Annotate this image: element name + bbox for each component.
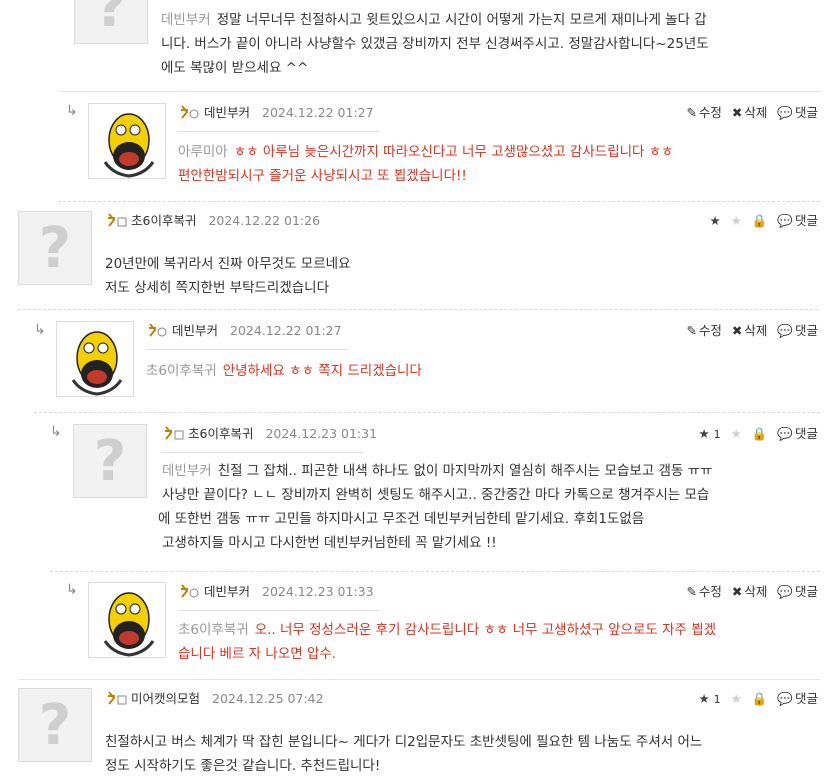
comment-text: 데빈부커 정말 너무너무 친절하시고 윗트있으시고 시간이 어떻게 가는지 모르게… [161, 12, 709, 76]
avatar: ? [18, 688, 92, 762]
comment-meta: 초6이후복귀 2024.12.23 01:31 [162, 423, 377, 445]
comment-text: 친절하시고 버스 체계가 딱 잡힌 분입니다~ 게다가 디2입문자도 초반셋팅에… [105, 734, 703, 774]
star-icon[interactable]: ★ 1 [698, 426, 720, 441]
author-name[interactable]: 미어캣의모험 [131, 691, 200, 706]
reply-button[interactable]: 💬 댓글 [777, 105, 818, 120]
comment-text: 데빈부커 친절 그 잡채.. 피곤한 내색 하나도 없이 마지막까지 열심히 해주… [158, 463, 713, 551]
reply-arrow-icon: ↳ [34, 322, 46, 338]
comment-text: 아루미아 ㅎㅎ 아루님 늦은시간까지 따라오신다고 너무 고생많으셨고 감사드립니… [178, 144, 674, 184]
comment-meta: 데빈부커 2024.12.22 01:27 [178, 102, 374, 124]
author-name[interactable]: 초6이후복귀 [188, 426, 253, 441]
comment-date: 2024.12.25 07:42 [212, 691, 324, 706]
reply-button[interactable]: 💬 댓글 [777, 584, 818, 599]
avatar: ? [73, 424, 147, 498]
star-count: 1 [713, 428, 721, 441]
level-badge-icon [105, 212, 129, 228]
author-name[interactable]: 데빈부커 [172, 323, 218, 338]
reply-arrow-icon: ↳ [66, 582, 78, 598]
star-icon[interactable]: ★ [731, 426, 742, 441]
author-name[interactable]: 데빈부커 [204, 584, 250, 599]
comment-actions: ✎ 수정 ✖ 삭제 💬 댓글 [680, 102, 818, 124]
author-name[interactable]: 초6이후복귀 [131, 213, 196, 228]
comment-meta: 데빈부커 2024.12.22 01:27 [146, 320, 342, 342]
reply-button[interactable]: 💬 댓글 [777, 323, 818, 338]
comment-date: 2024.12.23 01:33 [262, 584, 374, 599]
avatar [88, 103, 166, 179]
level-badge-icon [105, 690, 129, 706]
reply-ref: 초6이후복귀 [178, 622, 249, 638]
comment-date: 2024.12.22 01:26 [208, 213, 321, 228]
author-name[interactable]: 데빈부커 [204, 105, 250, 120]
delete-button[interactable]: ✖ 삭제 [732, 323, 768, 338]
lock-icon: 🔒 [751, 426, 768, 441]
reply-button[interactable]: 💬 댓글 [777, 213, 818, 228]
star-icon[interactable]: ★ [709, 213, 720, 228]
comment-actions: ★ 1 ★ 🔒 💬 댓글 [692, 688, 818, 710]
comment-date: 2024.12.22 01:27 [262, 105, 374, 120]
avatar [56, 321, 134, 397]
avatar: ? [18, 211, 92, 285]
comment-text: 초6이후복귀 오.. 너무 정성스러운 후기 감사드립니다 ㅎㅎ 너무 고생하셨구… [178, 622, 717, 662]
comment-actions: ★ 1 ★ 🔒 💬 댓글 [692, 423, 818, 445]
comment-actions: ★ ★ 🔒 💬 댓글 [703, 210, 818, 232]
reply-ref: 데빈부커 [162, 463, 212, 479]
avatar [88, 582, 166, 658]
reply-arrow-icon: ↳ [50, 424, 62, 440]
level-badge-icon [162, 425, 186, 441]
reply-ref: 초6이후복귀 [146, 363, 217, 379]
star-icon[interactable]: ★ [731, 691, 742, 706]
level-badge-icon [146, 322, 170, 338]
edit-button[interactable]: ✎ 수정 [686, 105, 722, 120]
level-badge-icon [178, 104, 202, 120]
reply-button[interactable]: 💬 댓글 [777, 426, 818, 441]
comment-actions: ✎ 수정 ✖ 삭제 💬 댓글 [680, 581, 818, 603]
delete-button[interactable]: ✖ 삭제 [732, 584, 768, 599]
comment-actions: ✎ 수정 ✖ 삭제 💬 댓글 [680, 320, 818, 342]
comment-meta: 초6이후복귀 2024.12.22 01:26 [105, 210, 320, 232]
star-icon[interactable]: ★ [731, 213, 742, 228]
star-icon[interactable]: ★ 1 [698, 691, 720, 706]
comment-text: 초6이후복귀 안녕하세요 ㅎㅎ 쪽지 드리겠습니다 [146, 363, 422, 379]
edit-button[interactable]: ✎ 수정 [686, 584, 722, 599]
comment-meta: 데빈부커 2024.12.23 01:33 [178, 581, 374, 603]
avatar: ? [74, 0, 148, 44]
lock-icon: 🔒 [751, 213, 768, 228]
delete-button[interactable]: ✖ 삭제 [732, 105, 768, 120]
comment-text: 20년만에 복귀라서 진짜 아무것도 모르네요 저도 상세히 쪽지한번 부탁드리… [105, 256, 351, 296]
reply-button[interactable]: 💬 댓글 [777, 691, 818, 706]
reply-arrow-icon: ↳ [66, 103, 78, 119]
comment-meta: 미어캣의모험 2024.12.25 07:42 [105, 688, 324, 710]
reply-ref: 아루미아 [178, 144, 228, 160]
star-count: 1 [713, 693, 721, 706]
edit-button[interactable]: ✎ 수정 [686, 323, 722, 338]
comment-date: 2024.12.23 01:31 [265, 426, 378, 441]
lock-icon: 🔒 [751, 691, 768, 706]
level-badge-icon [178, 583, 202, 599]
reply-ref: 데빈부커 [161, 12, 211, 28]
comment-date: 2024.12.22 01:27 [230, 323, 342, 338]
